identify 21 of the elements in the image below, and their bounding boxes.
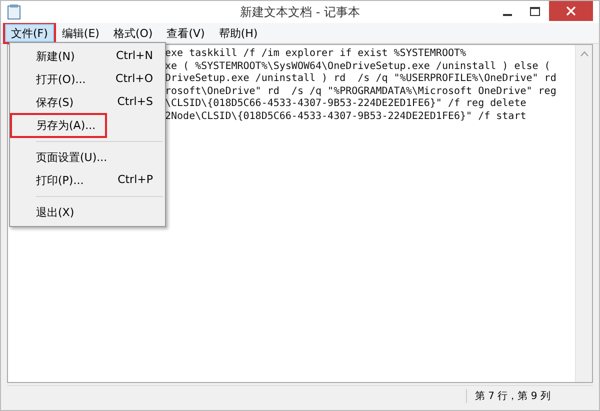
menu-option[interactable]: 退出(X) (12, 202, 163, 223)
menu-item[interactable]: 查看(V) (160, 24, 211, 42)
cursor-position: 第 7 行，第 9 列 (466, 389, 593, 403)
text-content[interactable]: exe taskkill /f /im explorer if exist %SYSTEMROOT% xe ( %SYSTEMROOT%\SysWOW64\OneDriveSetup.exe /uninstall ) else ( DriveSetup.exe /uninstall ) rd /s /q "%USERPROFILE%\OneDrive" rd rosoft\OneDrive" rd /s /q "%PROGRAMDATA%\Microsoft OneDrive" reg \CLSID\{018D5C66-4533-4307-9B53-224DE2ED1FE6}" /f reg delete 2Node\CLSID\{018D5C66-4533-4307-9B53-224DE2ED1FE6}" /f start (165, 48, 556, 123)
menu-option[interactable]: 打开(O)... Ctrl+O (12, 69, 163, 90)
menu-item[interactable]: 编辑(E) (56, 24, 106, 42)
menu-item[interactable]: 文件(F) (5, 24, 54, 42)
menu-option[interactable]: 页面设置(U)... (12, 147, 163, 168)
menu-option[interactable]: 打印(P)... Ctrl+P (12, 170, 163, 191)
scrollbar[interactable] (575, 45, 592, 382)
minimize-icon (502, 14, 512, 16)
menu-option[interactable]: 保存(S) Ctrl+S (12, 92, 163, 113)
maximize-icon (530, 6, 540, 16)
menu-option[interactable]: 新建(N) Ctrl+N (12, 46, 163, 67)
close-button[interactable] (549, 1, 593, 21)
notepad-icon (7, 4, 21, 20)
menu-item[interactable]: 帮助(H) (212, 24, 264, 42)
close-icon (566, 6, 576, 16)
menu-option[interactable]: 另存为(A)... (12, 115, 105, 136)
menu-item[interactable]: 格式(O) (107, 24, 159, 42)
window-title: 新建文本文档 - 记事本 (240, 4, 360, 18)
